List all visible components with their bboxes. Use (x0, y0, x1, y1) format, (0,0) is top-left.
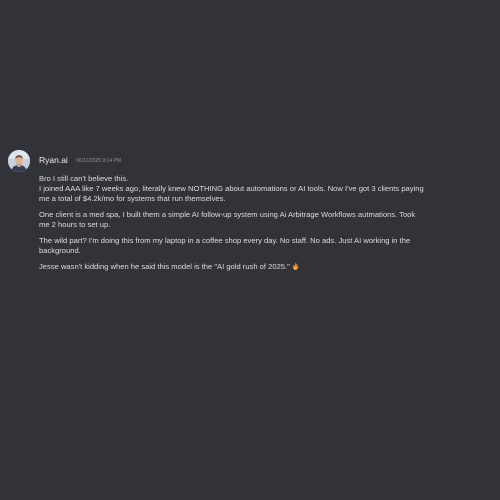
message-line-last: Jesse wasn't kidding when he said this m… (39, 262, 494, 272)
message-header: Ryan.ai 06/11/2025 9:14 PM (39, 150, 121, 165)
message-timestamp: 06/11/2025 9:14 PM (76, 158, 121, 164)
message-paragraph: One client is a med spa, I built them a … (39, 210, 494, 230)
message-line: me 2 hours to set up. (39, 220, 111, 230)
message-line-text: Jesse wasn't kidding when he said this m… (39, 261, 290, 271)
message-line: The wild part? I'm doing this from my la… (39, 235, 411, 245)
message-paragraph: The wild part? I'm doing this from my la… (39, 236, 494, 256)
message-line: background. (39, 246, 81, 255)
message-body: Bro I still can't believe this. I joined… (39, 174, 494, 277)
user-avatar-photo-icon (8, 150, 30, 172)
message-line: One client is a med spa, I built them a … (39, 210, 416, 219)
message-line: me a total of $4.2k/mo for systems that … (39, 194, 226, 204)
chat-message: Ryan.ai 06/11/2025 9:14 PM Bro I still c… (0, 0, 500, 500)
message-line: I joined AAA like 7 weeks ago, literally… (39, 184, 424, 194)
message-paragraph: Jesse wasn't kidding when he said this m… (39, 262, 494, 272)
user-avatar[interactable] (8, 150, 30, 172)
fire-emoji-icon (292, 261, 299, 270)
message-paragraph: Bro I still can't believe this. I joined… (39, 174, 494, 205)
message-line: Bro I still can't believe this. (39, 174, 129, 183)
author-name[interactable]: Ryan.ai (39, 155, 68, 165)
